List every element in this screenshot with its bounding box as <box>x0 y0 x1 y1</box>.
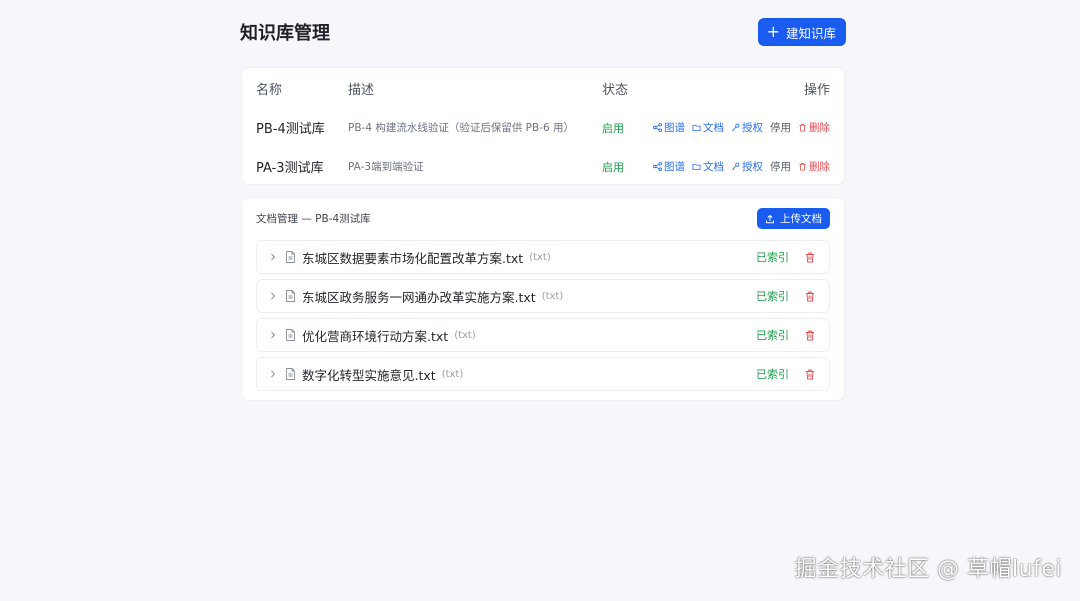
kb-table-header: 名称 描述 状态 操作 <box>242 68 844 108</box>
plus-icon: + <box>766 21 780 41</box>
trash-icon <box>799 123 806 132</box>
index-status: 已索引 <box>756 368 789 381</box>
upload-button[interactable]: 上传文档 <box>757 208 830 229</box>
delete-label: 删除 <box>809 161 830 173</box>
disable-link[interactable]: 停用 <box>770 159 791 174</box>
watermark: 掘金技术社区 @ 草帽lufei <box>794 557 1062 582</box>
chevron-right-icon[interactable] <box>269 331 277 339</box>
file-name: 数字化转型实施意见.txt <box>302 367 436 383</box>
col-status-header: 状态 <box>602 82 629 98</box>
auth-label: 授权 <box>742 161 763 173</box>
index-status: 已索引 <box>756 290 789 303</box>
trash-icon[interactable] <box>805 369 815 380</box>
delete-link[interactable]: 删除 <box>798 120 830 135</box>
doc-panel-header: 文档管理 — PB-4测试库 上传文档 <box>256 208 830 229</box>
upload-icon <box>766 214 774 223</box>
status-badge: 启用 <box>602 160 624 174</box>
folder-icon <box>692 163 701 171</box>
file-name: 优化营商环境行动方案.txt <box>302 328 449 344</box>
auth-label: 授权 <box>742 122 763 134</box>
chevron-right-icon[interactable] <box>269 292 277 300</box>
graph-label: 图谱 <box>664 161 685 173</box>
page-header: 知识库管理 + 建知识库 <box>240 18 846 46</box>
list-item[interactable]: 东城区数据要素市场化配置改革方案.txt (txt) 已索引 <box>256 240 830 274</box>
file-type: (txt) <box>541 290 564 302</box>
status-badge: 启用 <box>602 121 624 135</box>
key-icon <box>732 123 740 131</box>
auth-link[interactable]: 授权 <box>731 159 763 174</box>
trash-icon <box>799 162 806 171</box>
file-name: 东城区数据要素市场化配置改革方案.txt <box>302 250 524 266</box>
col-ops-header: 操作 <box>803 82 830 98</box>
docs-label: 文档 <box>703 161 724 173</box>
upload-label: 上传文档 <box>780 213 822 225</box>
docs-link[interactable]: 文档 <box>692 120 724 135</box>
doc-panel-title: 文档管理 — PB-4测试库 <box>256 213 371 225</box>
file-name: 东城区政务服务一网通办改革实施方案.txt <box>302 289 536 305</box>
create-kb-label: 建知识库 <box>785 25 836 41</box>
kb-name: PA-3测试库 <box>256 161 324 176</box>
chevron-right-icon[interactable] <box>269 253 277 261</box>
list-item[interactable]: 优化营商环境行动方案.txt (txt) 已索引 <box>256 318 830 352</box>
kb-name: PB-4测试库 <box>256 122 325 137</box>
table-row: PB-4测试库 PB-4 构建流水线验证（验证后保留供 PB-6 用） 启用 图… <box>242 108 844 147</box>
index-status: 已索引 <box>756 251 789 264</box>
share-icon <box>653 123 662 132</box>
trash-icon[interactable] <box>805 291 815 302</box>
file-type: (txt) <box>441 368 464 380</box>
list-item[interactable]: 东城区政务服务一网通办改革实施方案.txt (txt) 已索引 <box>256 279 830 313</box>
delete-link[interactable]: 删除 <box>798 159 830 174</box>
file-type: (txt) <box>529 251 551 263</box>
graph-link[interactable]: 图谱 <box>653 159 685 174</box>
file-icon <box>286 290 295 302</box>
file-type: (txt) <box>454 329 476 341</box>
doc-panel: 文档管理 — PB-4测试库 上传文档 东城区数据要素市场化配置改革方案.txt… <box>241 197 845 401</box>
share-icon <box>653 162 662 171</box>
kb-actions: 图谱 文档 授权 停用 删除 <box>653 147 830 186</box>
disable-link[interactable]: 停用 <box>770 120 791 135</box>
docs-label: 文档 <box>703 122 724 134</box>
auth-link[interactable]: 授权 <box>731 120 763 135</box>
kb-table: 名称 描述 状态 操作 PB-4测试库 PB-4 构建流水线验证（验证后保留供 … <box>241 67 845 185</box>
list-item[interactable]: 数字化转型实施意见.txt (txt) 已索引 <box>256 357 830 391</box>
col-name-header: 名称 <box>256 82 283 98</box>
trash-icon[interactable] <box>805 252 815 263</box>
kb-actions: 图谱 文档 授权 停用 删除 <box>653 108 830 147</box>
page: 知识库管理 + 建知识库 名称 描述 状态 操作 PB-4测试库 PB-4 构建… <box>0 0 1080 601</box>
table-row: PA-3测试库 PA-3端到端验证 启用 图谱 文档 授权 停用 删除 <box>242 147 844 186</box>
graph-label: 图谱 <box>664 122 685 134</box>
delete-label: 删除 <box>809 122 830 134</box>
chevron-right-icon[interactable] <box>269 370 277 378</box>
trash-icon[interactable] <box>805 330 815 341</box>
key-icon <box>732 162 740 170</box>
file-icon <box>286 329 295 341</box>
kb-description: PA-3端到端验证 <box>348 161 424 173</box>
create-kb-button[interactable]: + 建知识库 <box>757 18 846 46</box>
docs-link[interactable]: 文档 <box>692 159 724 174</box>
page-title: 知识库管理 <box>240 23 330 44</box>
col-desc-header: 描述 <box>348 82 375 98</box>
file-icon <box>286 251 295 263</box>
kb-description: PB-4 构建流水线验证（验证后保留供 PB-6 用） <box>348 122 575 134</box>
graph-link[interactable]: 图谱 <box>653 120 685 135</box>
folder-icon <box>692 124 701 132</box>
file-icon <box>286 368 295 380</box>
doc-list: 东城区数据要素市场化配置改革方案.txt (txt) 已索引 东城区政务服务一网… <box>256 240 830 396</box>
index-status: 已索引 <box>756 329 789 342</box>
